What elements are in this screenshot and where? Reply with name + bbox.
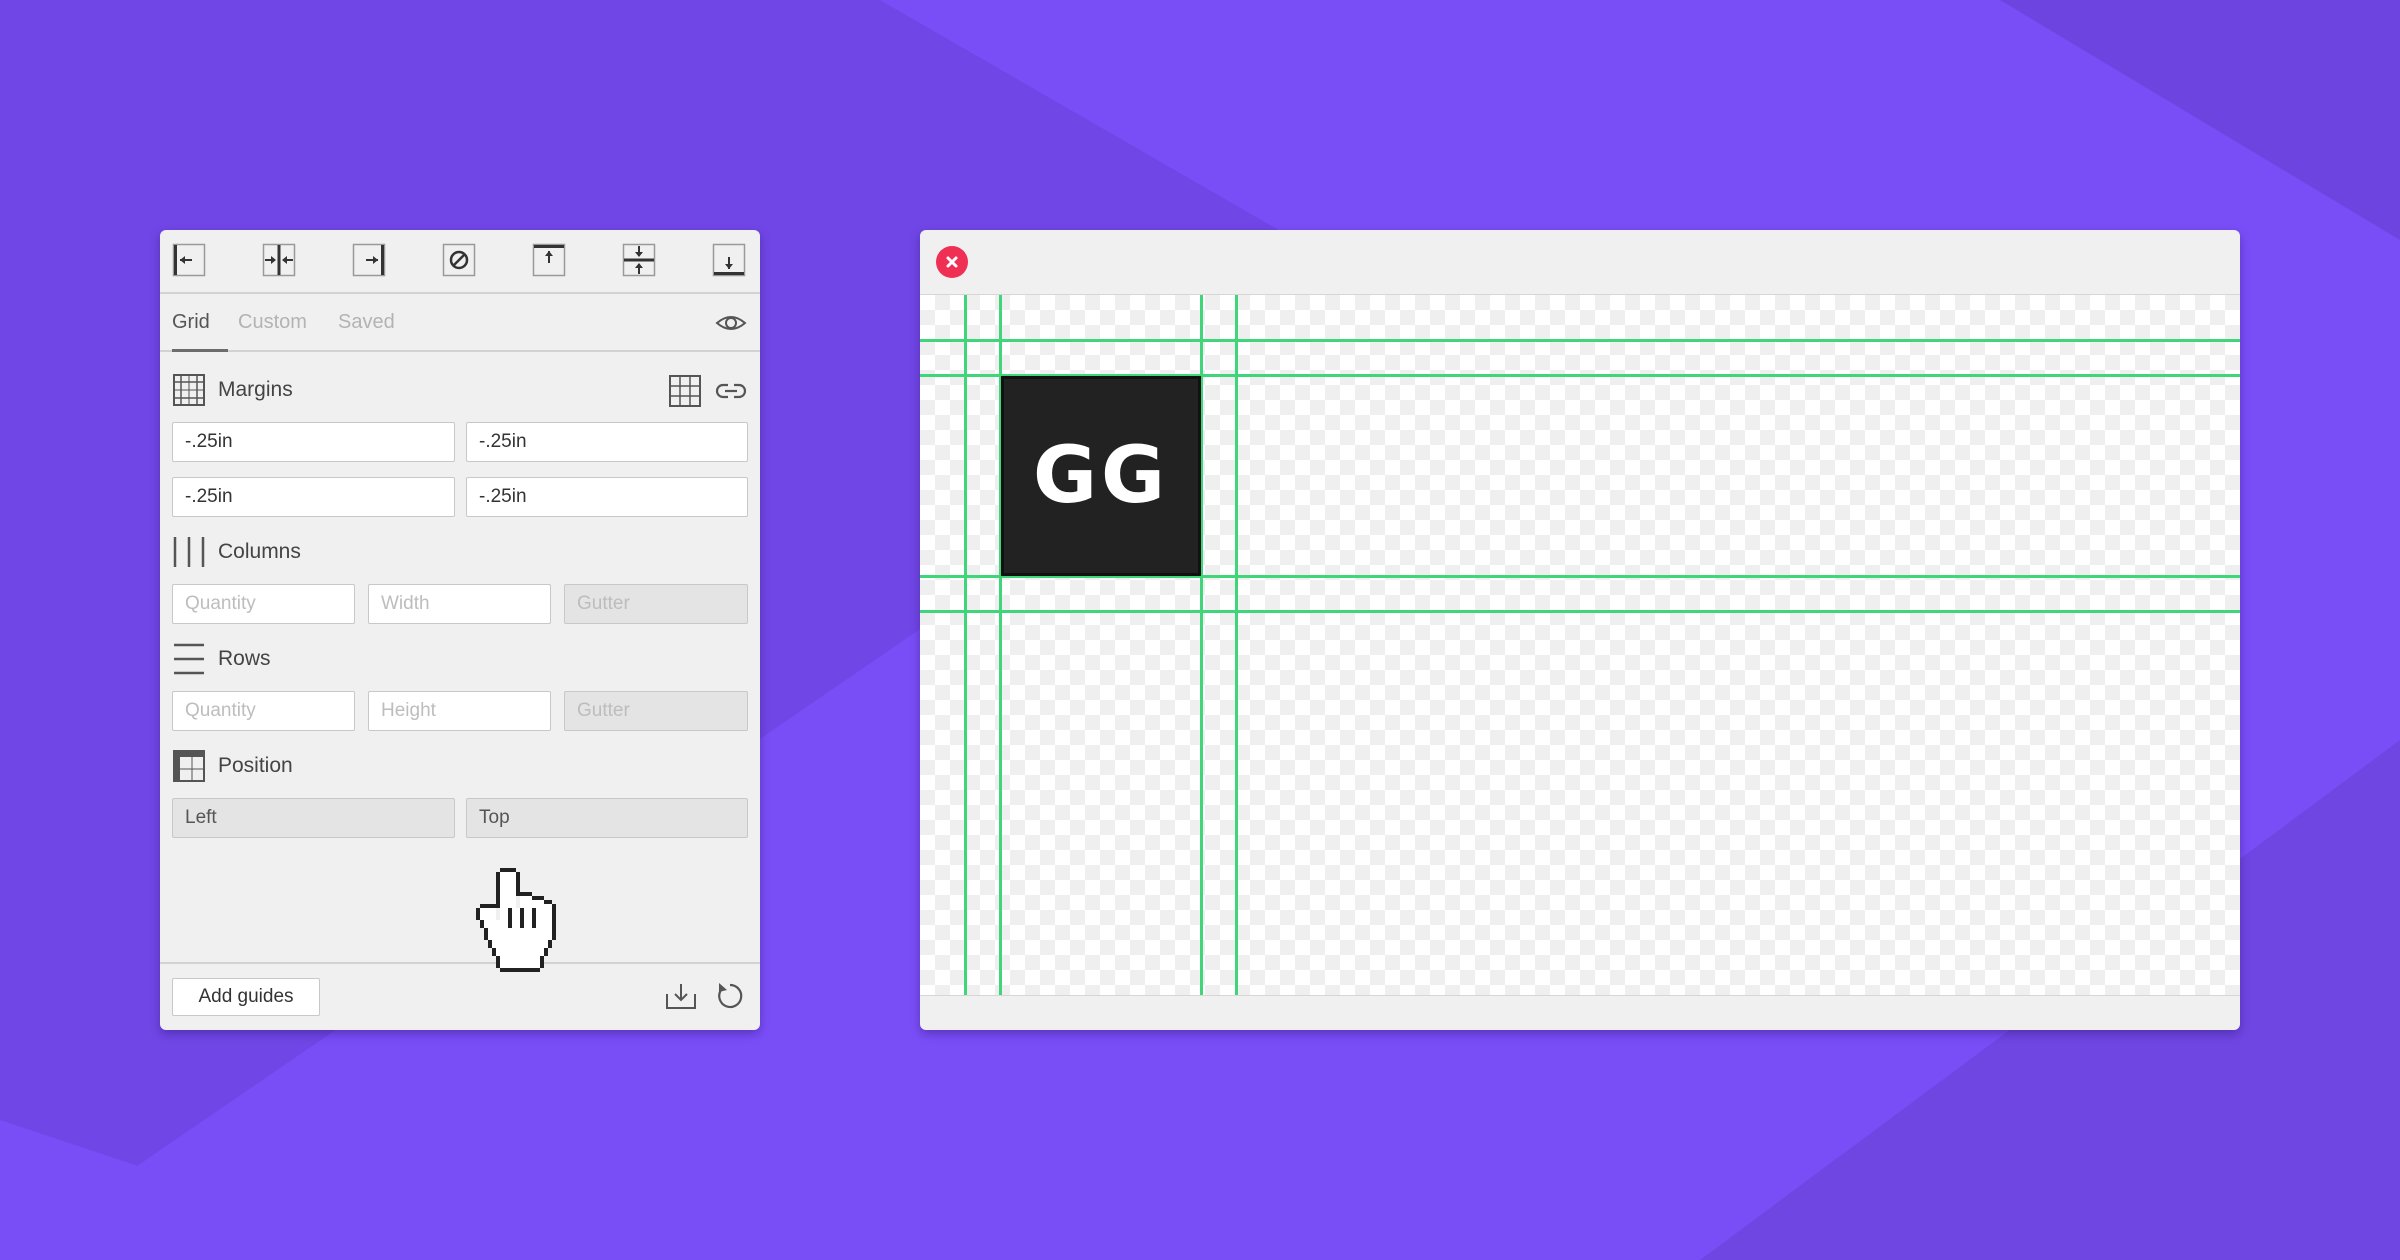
close-icon xyxy=(946,256,958,268)
margin-right-input[interactable] xyxy=(466,422,748,462)
reset-icon[interactable] xyxy=(712,978,748,1014)
tab-saved[interactable]: Saved xyxy=(338,294,395,350)
align-left-button[interactable] xyxy=(169,242,209,278)
tab-bar: Grid Custom Saved xyxy=(160,294,760,352)
margin-left-input[interactable] xyxy=(466,477,748,517)
center-horizontal-icon xyxy=(622,243,656,277)
guide-horizontal[interactable] xyxy=(920,610,2240,613)
align-bottom-edge-icon xyxy=(712,243,746,277)
rows-icon xyxy=(174,643,204,675)
align-top-edge-icon xyxy=(532,243,566,277)
margins-grid-icon xyxy=(173,374,205,406)
columns-gutter-input[interactable] xyxy=(564,584,748,624)
columns-header: Columns xyxy=(172,534,748,570)
grid-table-icon[interactable] xyxy=(668,374,702,408)
rows-title: Rows xyxy=(218,647,271,670)
no-entry-icon xyxy=(442,243,476,277)
position-icon xyxy=(173,750,205,782)
guides-panel: Grid Custom Saved Margins -.25in -.25in … xyxy=(160,230,760,1030)
columns-title: Columns xyxy=(218,540,301,563)
margin-bottom-input[interactable] xyxy=(172,477,455,517)
align-bottom-button[interactable] xyxy=(709,242,749,278)
columns-icon xyxy=(173,537,205,567)
eye-icon[interactable] xyxy=(714,306,748,340)
save-download-icon[interactable] xyxy=(663,978,699,1014)
guide-vertical[interactable] xyxy=(964,295,967,995)
margins-title: Margins xyxy=(218,378,293,401)
close-button[interactable] xyxy=(936,246,968,278)
tab-grid[interactable]: Grid xyxy=(172,294,228,352)
align-left-edge-icon xyxy=(172,243,206,277)
tab-custom[interactable]: Custom xyxy=(238,294,307,350)
position-title: Position xyxy=(218,754,293,777)
guide-horizontal[interactable] xyxy=(920,339,2240,342)
guide-vertical[interactable] xyxy=(1235,295,1238,995)
rows-header: Rows xyxy=(172,641,748,677)
align-right-edge-icon xyxy=(352,243,386,277)
rows-quantity-input[interactable] xyxy=(172,691,355,731)
position-vertical-select[interactable] xyxy=(466,798,748,838)
position-header: Position xyxy=(172,748,748,784)
margins-header: Margins xyxy=(172,372,748,408)
columns-width-input[interactable] xyxy=(368,584,551,624)
rows-gutter-input[interactable] xyxy=(564,691,748,731)
center-horizontal-button[interactable] xyxy=(619,242,659,278)
link-icon[interactable] xyxy=(714,374,748,408)
columns-quantity-input[interactable] xyxy=(172,584,355,624)
hand-cursor-icon xyxy=(476,868,556,972)
position-horizontal-select[interactable] xyxy=(172,798,455,838)
align-right-button[interactable] xyxy=(349,242,389,278)
canvas-window: GG xyxy=(920,230,2240,1030)
clear-guides-button[interactable] xyxy=(439,242,479,278)
artboard-canvas[interactable]: GG xyxy=(920,294,2240,996)
margin-top-input[interactable] xyxy=(172,422,455,462)
add-guides-button[interactable]: Add guides xyxy=(172,978,320,1016)
logo-text: GG xyxy=(1032,431,1170,521)
align-top-button[interactable] xyxy=(529,242,569,278)
selected-logo[interactable]: GG xyxy=(1001,376,1201,576)
alignment-toolbar xyxy=(160,230,760,294)
center-vertical-button[interactable] xyxy=(259,242,299,278)
center-vertical-icon xyxy=(262,243,296,277)
rows-height-input[interactable] xyxy=(368,691,551,731)
